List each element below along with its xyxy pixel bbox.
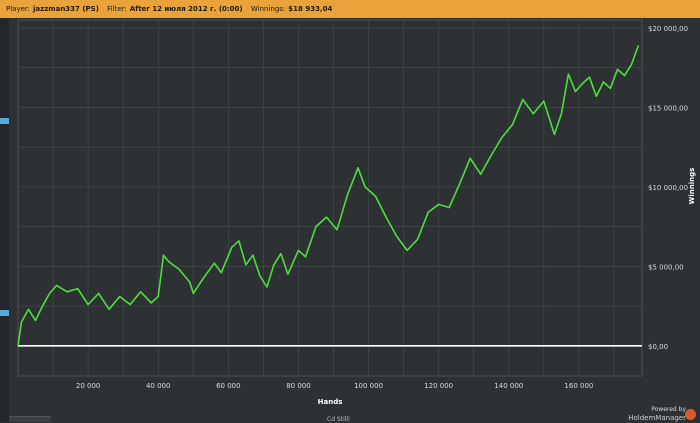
player-label: Player: <box>6 5 31 13</box>
x-tick-label: 160 000 <box>564 382 593 390</box>
winnings-chart: 20 000 40 000 60 000 80 000 100 000 120 000 14… <box>9 18 700 422</box>
winnings-value: $18 933,04 <box>288 5 333 13</box>
x-tick-label: 80 000 <box>286 382 311 390</box>
y-axis-title: Winnings <box>688 168 696 205</box>
x-tick-label: 20 000 <box>76 382 101 390</box>
holdem-manager-logo-icon <box>685 409 696 420</box>
x-tick-label: 140 000 <box>494 382 523 390</box>
player-value: jazzman337 (PS) <box>33 5 99 13</box>
bottom-tab[interactable] <box>9 416 51 422</box>
filter-value: After 12 июля 2012 г. (0:00) <box>129 5 243 13</box>
x-tick-label: 60 000 <box>216 382 241 390</box>
x-tick-label: 40 000 <box>146 382 171 390</box>
x-tick-label: 100 000 <box>354 382 383 390</box>
x-tick-label: 120 000 <box>424 382 453 390</box>
graph-info-bar: Player: jazzman337 (PS) Filter: After 12 и… <box>0 0 700 19</box>
winnings-label: Winnings: <box>250 5 286 13</box>
y-tick-label: $0,00 <box>648 343 668 351</box>
y-tick-label: $10 000,00 <box>648 184 688 192</box>
x-axis-title: Hands <box>318 398 343 406</box>
powered-by-label: Powered by <box>651 406 686 413</box>
edge-marker <box>0 310 9 316</box>
brand-label: HoldemManager <box>628 414 686 422</box>
filter-label: Filter: <box>107 5 127 13</box>
edge-marker <box>0 118 9 124</box>
y-tick-label: $15 000,00 <box>648 104 688 112</box>
left-panel-edge <box>0 18 9 422</box>
graph-window: Player: jazzman337 (PS) Filter: After 12 и… <box>0 0 700 423</box>
y-tick-label: $5 000,00 <box>648 263 684 271</box>
winnings-chart-svg: 20 000 40 000 60 000 80 000 100 000 120 000 14… <box>9 18 700 422</box>
y-tick-label: $20 000,00 <box>648 25 688 33</box>
chart-background <box>9 18 700 422</box>
